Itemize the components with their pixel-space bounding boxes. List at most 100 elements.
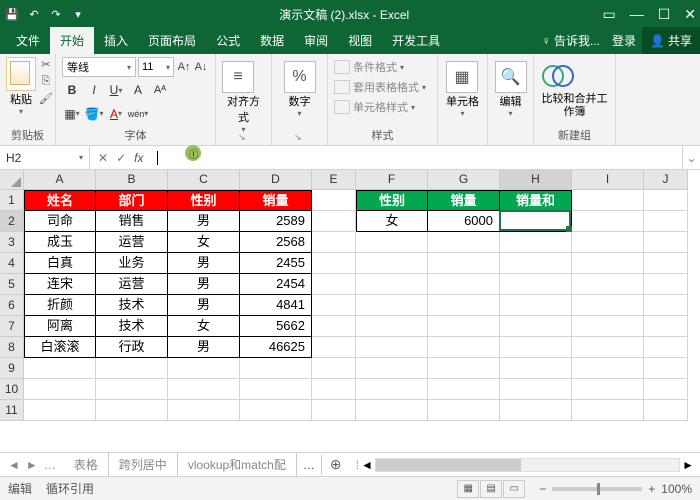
row-header-5[interactable]: 5 (0, 274, 24, 295)
cell-B10[interactable] (96, 379, 168, 400)
italic-button[interactable]: I (84, 80, 104, 100)
cell-H4[interactable] (500, 253, 572, 274)
sheet-ellipsis-left[interactable]: … (44, 458, 56, 472)
cell-F3[interactable] (356, 232, 428, 253)
cut-icon[interactable]: ✂ (38, 57, 54, 71)
cell-C7[interactable]: 女 (168, 316, 240, 337)
cell-A6[interactable]: 折颜 (24, 295, 96, 316)
cell-H6[interactable] (500, 295, 572, 316)
cell-I4[interactable] (572, 253, 644, 274)
row-header-2[interactable]: 2 (0, 211, 24, 232)
page-break-view-icon[interactable]: ▭ (503, 480, 525, 498)
normal-view-icon[interactable]: ▦ (457, 480, 479, 498)
cell-F9[interactable] (356, 358, 428, 379)
cell-I9[interactable] (572, 358, 644, 379)
grow-font-icon[interactable]: A↑ (176, 57, 192, 77)
cell-C8[interactable]: 男 (168, 337, 240, 358)
cell-F1[interactable]: 性别 (356, 190, 428, 211)
cell-D11[interactable] (240, 400, 312, 421)
formula-input[interactable]: Ⓘ (151, 146, 682, 169)
cell-D4[interactable]: 2455 (240, 253, 312, 274)
cell-J4[interactable] (644, 253, 688, 274)
hscroll-left-icon[interactable]: ◄ (361, 458, 373, 472)
cell-H9[interactable] (500, 358, 572, 379)
cell-C9[interactable] (168, 358, 240, 379)
cell-B2[interactable]: 销售 (96, 211, 168, 232)
share-button[interactable]: 👤共享 (642, 27, 700, 54)
tab-formula[interactable]: 公式 (206, 27, 250, 54)
tab-home[interactable]: 开始 (50, 27, 94, 54)
cell-H5[interactable] (500, 274, 572, 295)
cell-H1[interactable]: 销量和 (500, 190, 572, 211)
cell-G9[interactable] (428, 358, 500, 379)
shrink-font-icon[interactable]: A↓ (193, 57, 209, 77)
cell-J10[interactable] (644, 379, 688, 400)
fill-color-button[interactable]: 🪣▾ (84, 104, 104, 124)
phonetic-button[interactable]: wén▾ (128, 104, 148, 124)
cell-D3[interactable]: 2568 (240, 232, 312, 253)
cell-J7[interactable] (644, 316, 688, 337)
row-header-11[interactable]: 11 (0, 400, 24, 421)
tab-layout[interactable]: 页面布局 (138, 27, 206, 54)
cell-A7[interactable]: 阿离 (24, 316, 96, 337)
cell-E9[interactable] (312, 358, 356, 379)
add-sheet-icon[interactable]: ⊕ (322, 456, 350, 473)
qat-more-icon[interactable]: ▾ (70, 6, 86, 22)
expand-formula-icon[interactable]: ⌄ (682, 146, 700, 169)
compare-merge-button[interactable]: 比较和合并工作簿 (540, 57, 609, 119)
hscroll-right-icon[interactable]: ► (682, 458, 694, 472)
sheet-tab-1[interactable]: 表格 (64, 453, 109, 476)
cell-C6[interactable]: 男 (168, 295, 240, 316)
cell-B9[interactable] (96, 358, 168, 379)
format-painter-icon[interactable]: 🖌 (38, 91, 54, 105)
font-color-button[interactable]: A▾ (106, 104, 126, 124)
cell-E3[interactable] (312, 232, 356, 253)
cell-I7[interactable] (572, 316, 644, 337)
insert-function-icon[interactable]: fx (134, 151, 143, 165)
col-header-B[interactable]: B (96, 170, 168, 190)
cell-F11[interactable] (356, 400, 428, 421)
cell-B4[interactable]: 业务 (96, 253, 168, 274)
cell-I1[interactable] (572, 190, 644, 211)
cell-H10[interactable] (500, 379, 572, 400)
cell-C11[interactable] (168, 400, 240, 421)
tab-dev[interactable]: 开发工具 (382, 27, 450, 54)
cell-D9[interactable] (240, 358, 312, 379)
alignment-button[interactable]: ≡ 对齐方式▾ (222, 57, 265, 134)
cell-J3[interactable] (644, 232, 688, 253)
cell-J9[interactable] (644, 358, 688, 379)
cell-C10[interactable] (168, 379, 240, 400)
font-effects-button[interactable]: A (128, 80, 148, 100)
font-name-select[interactable]: 等线▾ (62, 57, 136, 77)
conditional-format-button[interactable]: 条件格式▾ (334, 57, 431, 77)
cell-I6[interactable] (572, 295, 644, 316)
cell-B7[interactable]: 技术 (96, 316, 168, 337)
cell-G10[interactable] (428, 379, 500, 400)
save-icon[interactable]: 💾 (4, 6, 20, 22)
cell-E2[interactable] (312, 211, 356, 232)
horizontal-scrollbar[interactable] (375, 458, 680, 472)
cell-F10[interactable] (356, 379, 428, 400)
tab-view[interactable]: 视图 (338, 27, 382, 54)
sheet-next-icon[interactable]: ► (26, 458, 38, 472)
cell-D2[interactable]: 2589 (240, 211, 312, 232)
cell-A3[interactable]: 成玉 (24, 232, 96, 253)
cell-G7[interactable] (428, 316, 500, 337)
zoom-level[interactable]: 100% (661, 482, 692, 496)
cell-H11[interactable] (500, 400, 572, 421)
cell-G2[interactable]: 6000 (428, 211, 500, 232)
cell-C3[interactable]: 女 (168, 232, 240, 253)
row-header-10[interactable]: 10 (0, 379, 24, 400)
cell-J2[interactable] (644, 211, 688, 232)
table-format-button[interactable]: 套用表格格式▾ (334, 77, 431, 97)
cell-J6[interactable] (644, 295, 688, 316)
col-header-C[interactable]: C (168, 170, 240, 190)
cell-A1[interactable]: 姓名 (24, 190, 96, 211)
cell-F4[interactable] (356, 253, 428, 274)
zoom-slider[interactable] (552, 487, 642, 491)
cell-F7[interactable] (356, 316, 428, 337)
font-superscript-button[interactable]: Aᴬ (150, 80, 170, 100)
cell-I10[interactable] (572, 379, 644, 400)
cell-B6[interactable]: 技术 (96, 295, 168, 316)
tab-insert[interactable]: 插入 (94, 27, 138, 54)
